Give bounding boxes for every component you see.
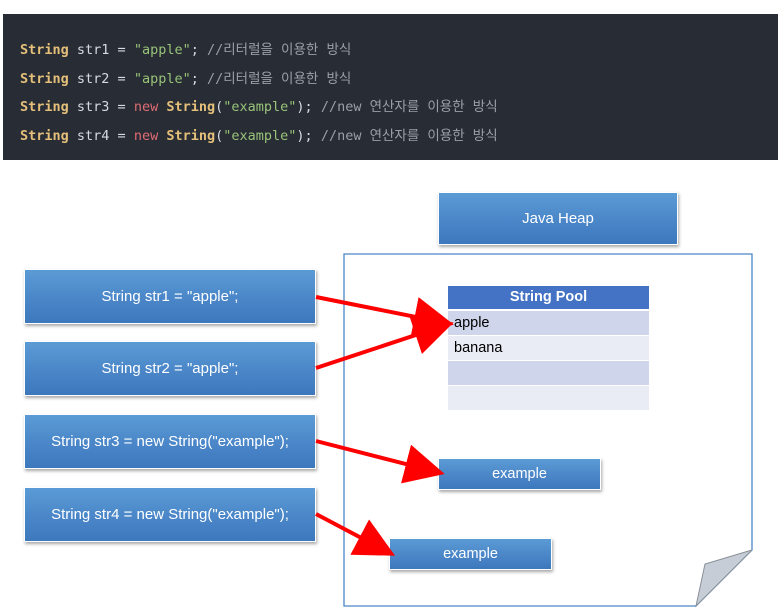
variable-box-str4: String str4 = new String("example"); [24,487,316,542]
string-literal: "example" [223,127,297,144]
statement-end: ; [190,42,199,58]
variable-box-str2: String str2 = "apple"; [24,341,316,396]
pool-row: apple [448,311,649,336]
code-comment: //new 연산자를 이용한 방식 [312,99,498,116]
string-literal: "apple" [133,70,191,87]
type-keyword: String [20,42,69,58]
code-line-3: String str3 = new String("example"); //n… [20,93,778,122]
heap-object-str4: example [389,538,552,570]
type-keyword: String [20,99,69,116]
code-line-1: String str1 = "apple"; //리터럴을 이용한 방식 [20,36,778,65]
declaration: str3 = [68,99,134,116]
string-literal: "apple" [133,42,191,58]
new-keyword: new [133,127,159,144]
code-line-2: String str2 = "apple"; //리터럴을 이용한 방식 [20,65,778,94]
type-keyword: String [20,127,69,144]
pool-row [448,386,649,411]
declaration: str2 = [68,70,134,87]
string-pool-title: String Pool [448,286,649,311]
statement-end: ); [296,127,313,144]
string-pool-table: String Pool apple banana [448,286,649,411]
new-keyword: new [133,99,159,116]
heap-object-str3: example [438,458,601,490]
declaration: str4 = [68,127,134,144]
code-comment: //리터럴을 이용한 방식 [198,42,352,58]
constructor-name: String [166,99,216,116]
pool-row: banana [448,336,649,361]
type-keyword: String [20,70,69,87]
constructor-name: String [166,127,216,144]
statement-end: ); [296,99,313,116]
java-heap-label: Java Heap [438,192,678,245]
declaration: str1 = [68,42,134,58]
code-comment: //리터럴을 이용한 방식 [198,70,352,87]
statement-end: ; [190,70,199,87]
variable-box-str3: String str3 = new String("example"); [24,414,316,469]
code-comment: //new 연산자를 이용한 방식 [312,127,498,144]
string-literal: "example" [223,99,297,116]
variable-box-str1: String str1 = "apple"; [24,269,316,324]
pool-row [448,361,649,386]
code-block: String str1 = "apple"; //리터럴을 이용한 방식 Str… [3,14,778,160]
code-line-4: String str4 = new String("example"); //n… [20,122,778,151]
